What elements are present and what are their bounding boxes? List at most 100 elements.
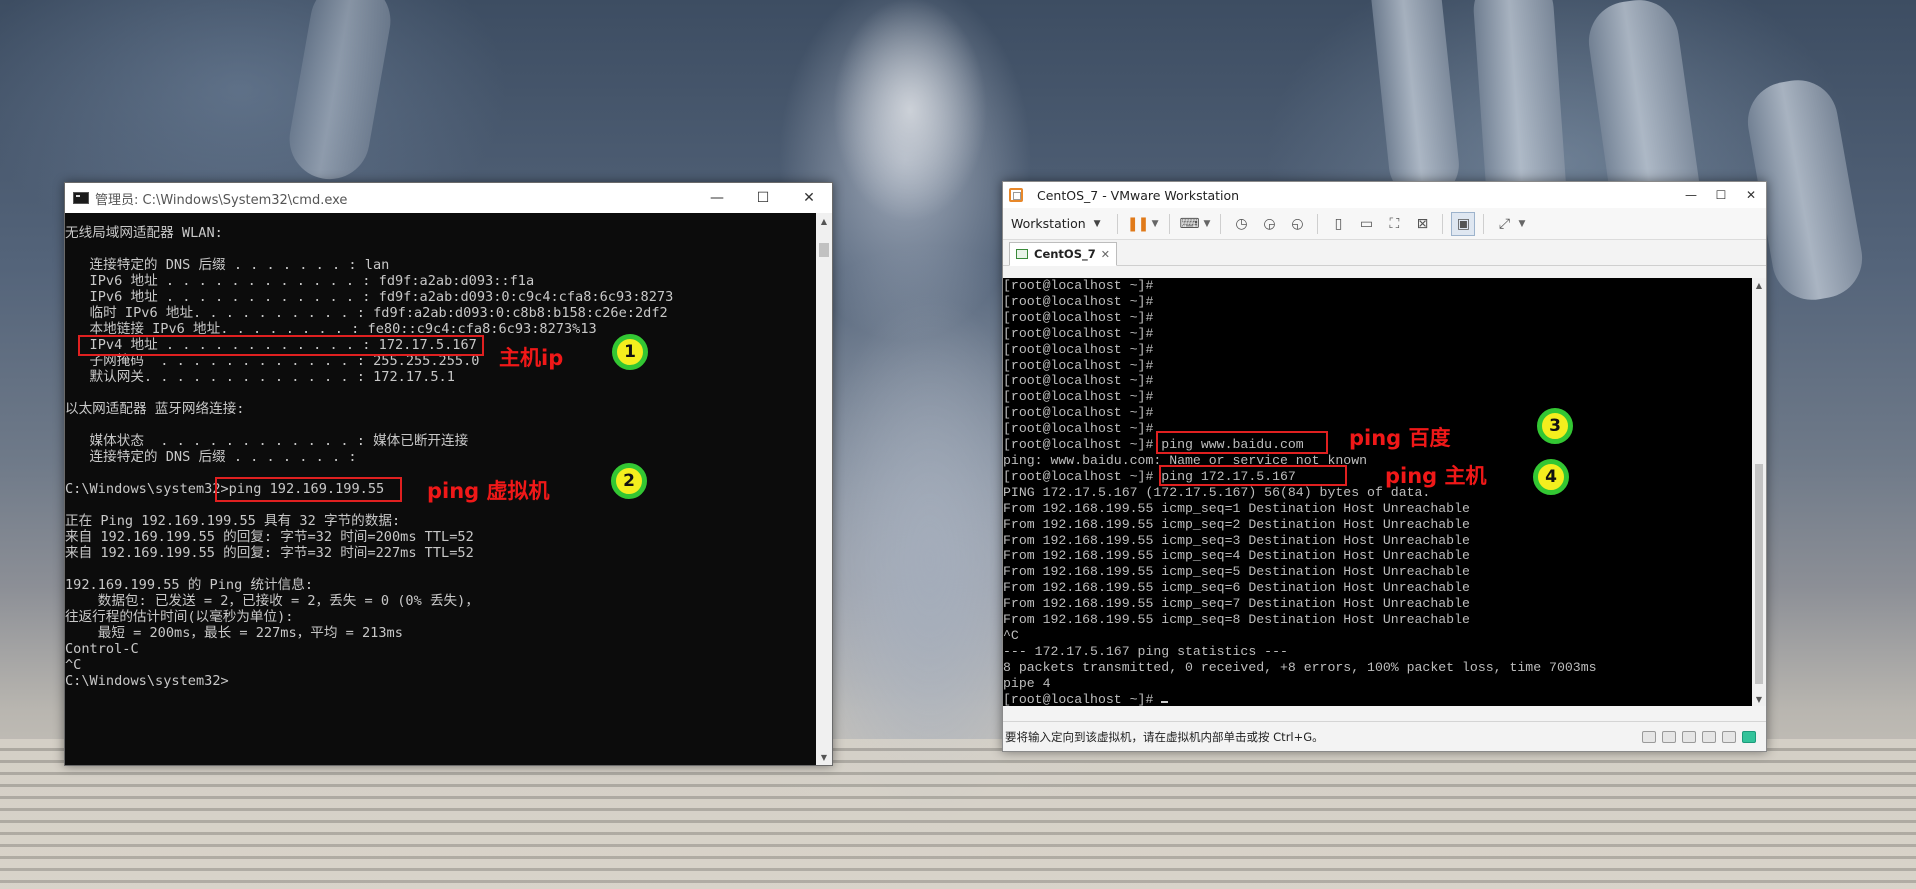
- vmware-statusbar: 要将输入定向到该虚拟机，请在虚拟机内部单击或按 Ctrl+G。: [1003, 721, 1766, 751]
- console-output-line: From 192.168.199.55 icmp_seq=5 Destinati…: [1003, 564, 1470, 580]
- console-output-line: [root@localhost ~]#: [1003, 389, 1154, 405]
- printer-icon[interactable]: [1702, 730, 1716, 743]
- close-button[interactable]: ✕: [1736, 182, 1766, 208]
- console-output-line: 8 packets transmitted, 0 received, +8 er…: [1003, 659, 1597, 675]
- cmd-output-line: IPv6 地址 . . . . . . . . . . . . : fd9f:a…: [65, 273, 535, 289]
- highlight-ping-host-command: [1159, 465, 1347, 486]
- text-cursor: [1161, 700, 1169, 703]
- vm-console-scrollbar[interactable]: ▲ ▼: [1752, 278, 1766, 706]
- toolbar-divider: [1168, 213, 1170, 234]
- cmd-window[interactable]: 管理员: C:\Windows\System32\cmd.exe — ☐ ✕ 无…: [64, 182, 833, 766]
- cmd-output-line: 最短 = 200ms，最长 = 227ms，平均 = 213ms: [65, 625, 403, 641]
- console-output-line: pipe 4: [1003, 675, 1051, 691]
- console-output-line: PING 172.17.5.167 (172.17.5.167) 56(84) …: [1003, 484, 1431, 500]
- highlight-ping-vm-command: [215, 477, 402, 502]
- send-keys-icon[interactable]: ⌨: [1178, 212, 1202, 236]
- cmd-output-line: 临时 IPv6 地址. . . . . . . . . . : fd9f:a2a…: [65, 305, 668, 321]
- tab-centos7[interactable]: CentOS_7 ✕: [1009, 242, 1117, 266]
- cd-dvd-icon[interactable]: [1662, 730, 1676, 743]
- console-output-line: From 192.168.199.55 icmp_seq=8 Destinati…: [1003, 612, 1470, 628]
- chevron-down-icon: ▼: [1093, 218, 1101, 229]
- cmd-titlebar[interactable]: 管理员: C:\Windows\System32\cmd.exe — ☐ ✕: [65, 183, 832, 213]
- pause-icon[interactable]: ❚❚: [1126, 212, 1150, 236]
- cmd-scrollbar[interactable]: ▲ ▼: [816, 213, 832, 765]
- unity-icon[interactable]: ⊠: [1410, 212, 1434, 236]
- snapshot-icon[interactable]: ◷: [1229, 212, 1253, 236]
- stretch-view-icon[interactable]: ⤢: [1492, 212, 1516, 236]
- hard-disk-icon[interactable]: [1642, 730, 1656, 743]
- cmd-output-line: 默认网关. . . . . . . . . . . . . : 172.17.5…: [65, 369, 455, 385]
- fullscreen-icon[interactable]: ⛶: [1382, 212, 1406, 236]
- cmd-output-line: ^C: [65, 657, 82, 673]
- console-output-line: From 192.168.199.55 icmp_seq=3 Destinati…: [1003, 532, 1470, 548]
- message-log-icon[interactable]: [1742, 730, 1756, 743]
- chevron-down-icon[interactable]: ▼: [1204, 219, 1211, 229]
- console-output-line: [root@localhost ~]#: [1003, 357, 1154, 373]
- tab-label: CentOS_7: [1034, 247, 1096, 261]
- vmware-titlebar[interactable]: CentOS_7 - VMware Workstation — ☐ ✕: [1003, 182, 1766, 208]
- toolbar-divider: [1442, 213, 1444, 234]
- vmware-window-title: CentOS_7 - VMware Workstation: [1037, 187, 1240, 203]
- console-output-line: [root@localhost ~]#: [1003, 405, 1154, 421]
- cmd-output-line: 连接特定的 DNS 后缀 . . . . . . . : lan: [65, 257, 390, 273]
- vmware-toolbar: Workstation ▼ ❚❚ ▼ ⌨ ▼ ◷ ◶ ◵ ▯ ▭ ⛶ ⊠ ▣ ⤢…: [1003, 208, 1766, 240]
- annotation-badge-2: 2: [611, 463, 647, 499]
- cmd-output-line: [65, 417, 816, 433]
- vm-running-icon: [1016, 249, 1028, 259]
- vmware-logo-icon: [1009, 188, 1023, 202]
- scroll-thumb[interactable]: [819, 243, 829, 257]
- workstation-menu[interactable]: Workstation ▼: [1011, 216, 1101, 231]
- chevron-down-icon[interactable]: ▼: [1152, 219, 1159, 229]
- annotation-host-ip: 主机ip: [499, 346, 564, 370]
- console-output-line: [root@localhost ~]# ping 172.17.5.167: [1003, 468, 1296, 484]
- console-output-line: From 192.168.199.55 icmp_seq=1 Destinati…: [1003, 500, 1470, 516]
- sidebar-icon[interactable]: ▯: [1326, 212, 1350, 236]
- close-button[interactable]: ✕: [786, 183, 832, 213]
- console-output-line: [root@localhost ~]#: [1003, 278, 1154, 293]
- cmd-window-title: 管理员: C:\Windows\System32\cmd.exe: [95, 192, 348, 208]
- console-output-line: From 192.168.199.55 icmp_seq=4 Destinati…: [1003, 548, 1470, 564]
- scroll-down-icon[interactable]: ▼: [1752, 692, 1766, 706]
- scroll-up-icon[interactable]: ▲: [816, 213, 832, 229]
- scroll-thumb[interactable]: [1755, 464, 1763, 684]
- annotation-badge-1: 1: [612, 334, 648, 370]
- cmd-output-line: [65, 561, 816, 577]
- annotation-ping-baidu: ping 百度: [1349, 426, 1451, 450]
- console-output-line: [root@localhost ~]#: [1003, 309, 1154, 325]
- cmd-output-line: 往返行程的估计时间(以毫秒为单位):: [65, 609, 294, 625]
- console-output-line: ^C: [1003, 627, 1019, 643]
- console-output-line: [root@localhost ~]#: [1003, 373, 1154, 389]
- sound-card-icon[interactable]: [1722, 730, 1736, 743]
- minimize-button[interactable]: —: [1676, 182, 1706, 208]
- scroll-down-icon[interactable]: ▼: [816, 749, 832, 765]
- cmd-output-line: 连接特定的 DNS 后缀 . . . . . . . :: [65, 449, 357, 465]
- vmware-tabbar: CentOS_7 ✕: [1003, 240, 1766, 266]
- toolbar-divider: [1116, 213, 1118, 234]
- close-icon[interactable]: ✕: [1101, 248, 1110, 261]
- scroll-up-icon[interactable]: ▲: [1752, 278, 1766, 292]
- chevron-down-icon[interactable]: ▼: [1518, 219, 1525, 229]
- minimize-button[interactable]: —: [694, 183, 740, 213]
- vm-console-screen[interactable]: [root@localhost ~]# [root@localhost ~]# [r…: [1003, 278, 1752, 706]
- cmd-output-line: [65, 385, 816, 401]
- cmd-output-line: C:\Windows\system32>: [65, 673, 229, 689]
- console-output-line: --- 172.17.5.167 ping statistics ---: [1003, 643, 1288, 659]
- cmd-output-line: Control-C: [65, 641, 139, 657]
- cmd-output-line: 数据包: 已发送 = 2，已接收 = 2，丢失 = 0 (0% 丢失)，: [65, 593, 479, 609]
- console-view-icon[interactable]: ▣: [1451, 211, 1476, 236]
- maximize-button[interactable]: ☐: [740, 183, 786, 213]
- highlight-ping-baidu-command: [1156, 431, 1328, 454]
- console-output-line: From 192.168.199.55 icmp_seq=2 Destinati…: [1003, 516, 1470, 532]
- console-output-line: From 192.168.199.55 icmp_seq=7 Destinati…: [1003, 596, 1470, 612]
- network-adapter-icon[interactable]: [1682, 730, 1696, 743]
- console-output-line: ping: www.baidu.com: Name or service not…: [1003, 452, 1368, 468]
- cmd-output-line: 正在 Ping 192.169.199.55 具有 32 字节的数据:: [65, 513, 401, 529]
- workstation-menu-label: Workstation: [1011, 216, 1086, 231]
- revert-snapshot-icon[interactable]: ◶: [1257, 212, 1281, 236]
- snapshot-manager-icon[interactable]: ◵: [1285, 212, 1309, 236]
- thumbnail-bar-icon[interactable]: ▭: [1354, 212, 1378, 236]
- maximize-button[interactable]: ☐: [1706, 182, 1736, 208]
- cmd-output-line: IPv6 地址 . . . . . . . . . . . . : fd9f:a…: [65, 289, 674, 305]
- cmd-output-line: [65, 241, 816, 257]
- annotation-ping-host: ping 主机: [1385, 464, 1487, 488]
